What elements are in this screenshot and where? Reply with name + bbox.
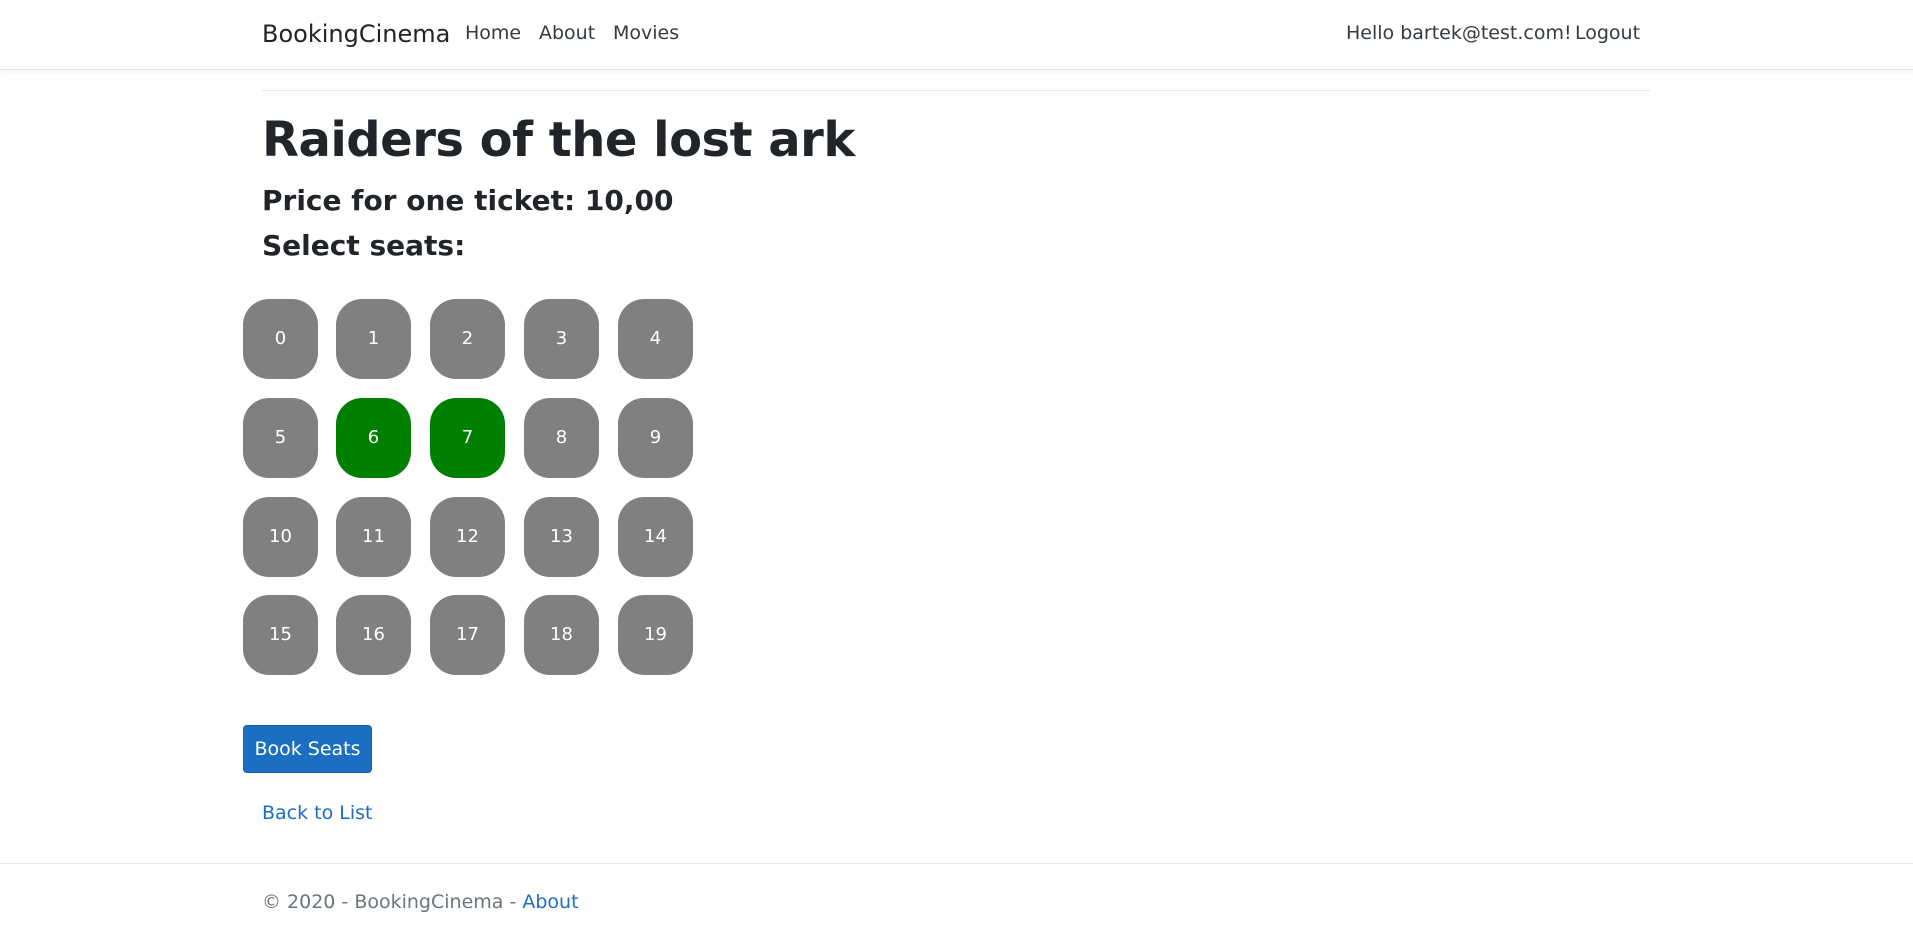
- nav-about-link[interactable]: About: [539, 22, 595, 44]
- seat-13[interactable]: 13: [524, 497, 599, 577]
- seat-18[interactable]: 18: [524, 595, 599, 675]
- book-seats-button[interactable]: Book Seats: [243, 725, 372, 773]
- seat-2[interactable]: 2: [430, 299, 505, 379]
- footer-copyright: © 2020 - BookingCinema -: [262, 891, 523, 913]
- user-greeting[interactable]: Hello bartek@test.com!: [1346, 22, 1572, 44]
- ticket-price: Price for one ticket: 10,00: [262, 184, 674, 217]
- header-divider: [262, 90, 1650, 91]
- top-navbar: BookingCinema Home About Movies Hello ba…: [0, 0, 1913, 70]
- footer: © 2020 - BookingCinema - About: [262, 891, 579, 913]
- seat-1[interactable]: 1: [336, 299, 411, 379]
- seat-17[interactable]: 17: [430, 595, 505, 675]
- seat-3[interactable]: 3: [524, 299, 599, 379]
- seat-9[interactable]: 9: [618, 398, 693, 478]
- seat-0[interactable]: 0: [243, 299, 318, 379]
- nav-movies-link[interactable]: Movies: [613, 22, 679, 44]
- seat-11[interactable]: 11: [336, 497, 411, 577]
- seat-16[interactable]: 16: [336, 595, 411, 675]
- seat-5[interactable]: 5: [243, 398, 318, 478]
- seat-6[interactable]: 6: [336, 398, 411, 478]
- seat-7[interactable]: 7: [430, 398, 505, 478]
- seat-4[interactable]: 4: [618, 299, 693, 379]
- seat-12[interactable]: 12: [430, 497, 505, 577]
- seat-8[interactable]: 8: [524, 398, 599, 478]
- logout-link[interactable]: Logout: [1575, 22, 1640, 44]
- movie-title: Raiders of the lost ark: [262, 112, 855, 168]
- nav-home-link[interactable]: Home: [465, 22, 521, 44]
- seat-14[interactable]: 14: [618, 497, 693, 577]
- brand-link[interactable]: BookingCinema: [262, 20, 450, 48]
- seat-19[interactable]: 19: [618, 595, 693, 675]
- select-seats-label: Select seats:: [262, 229, 466, 262]
- back-to-list-link[interactable]: Back to List: [262, 802, 373, 824]
- footer-divider: [0, 863, 1913, 864]
- seat-15[interactable]: 15: [243, 595, 318, 675]
- seat-10[interactable]: 10: [243, 497, 318, 577]
- footer-about-link[interactable]: About: [522, 891, 578, 913]
